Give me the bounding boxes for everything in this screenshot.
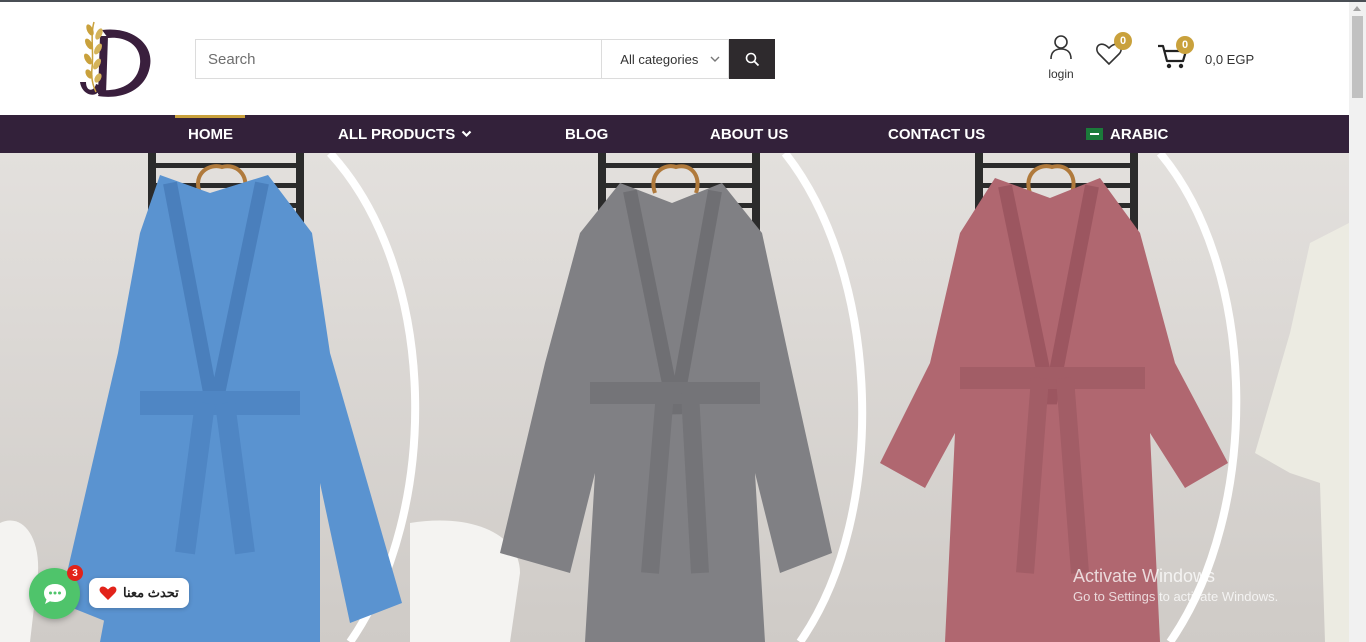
category-select-value: All categories bbox=[620, 51, 699, 67]
nav-item-blog[interactable]: BLOG bbox=[565, 115, 608, 153]
chat-bubble-icon bbox=[43, 583, 66, 604]
login-link[interactable]: login bbox=[1044, 34, 1078, 81]
chat-label-bubble[interactable]: تحدث معنا bbox=[89, 578, 189, 608]
nav-item-home[interactable]: HOME bbox=[188, 115, 233, 153]
nav-item-label: HOME bbox=[188, 125, 233, 143]
main-nav: HOME ALL PRODUCTS BLOG ABOUT US CONTACT … bbox=[0, 115, 1349, 153]
scroll-up-arrow-icon[interactable] bbox=[1353, 6, 1361, 11]
saudi-flag-icon bbox=[1086, 128, 1103, 140]
nav-item-label: CONTACT US bbox=[888, 125, 986, 143]
search-bar: All categories bbox=[195, 39, 775, 79]
watermark-title: Activate Windows bbox=[1073, 566, 1216, 586]
wishlist-count-badge: 0 bbox=[1114, 32, 1132, 50]
site-header: All categories login 0 bbox=[0, 2, 1349, 115]
search-icon bbox=[745, 52, 759, 66]
watermark-subtitle: Go to Settings to activate Windows. bbox=[1073, 589, 1279, 604]
user-icon bbox=[1050, 35, 1072, 60]
search-input[interactable] bbox=[195, 39, 602, 79]
chevron-down-icon bbox=[710, 56, 720, 62]
scrollbar-thumb[interactable] bbox=[1352, 16, 1363, 98]
nav-item-contact-us[interactable]: CONTACT US bbox=[888, 115, 985, 153]
logo-mark-icon bbox=[80, 21, 151, 97]
windows-activation-watermark: Activate Windows Go to Settings to activ… bbox=[1073, 566, 1278, 604]
heart-icon bbox=[99, 586, 117, 600]
nav-item-label: ARABIC bbox=[1110, 125, 1169, 143]
cart-total: 0,0 EGP bbox=[1205, 52, 1255, 67]
nav-item-label: BLOG bbox=[565, 125, 609, 143]
nav-item-about-us[interactable]: ABOUT US bbox=[710, 115, 788, 153]
search-button[interactable] bbox=[729, 39, 775, 79]
nav-item-all-products[interactable]: ALL PRODUCTS bbox=[338, 115, 472, 153]
brand-logo[interactable] bbox=[72, 16, 154, 102]
chat-notification-badge: 3 bbox=[67, 565, 83, 581]
chat-label-text: تحدث معنا bbox=[123, 585, 179, 600]
category-select[interactable]: All categories bbox=[601, 39, 730, 79]
page-scrollbar[interactable] bbox=[1349, 2, 1366, 642]
chevron-down-icon bbox=[461, 130, 472, 138]
nav-item-label: ALL PRODUCTS bbox=[338, 125, 456, 143]
login-label: login bbox=[1048, 67, 1074, 81]
page: All categories login 0 bbox=[0, 0, 1366, 642]
nav-item-label: ABOUT US bbox=[710, 125, 789, 143]
cart-count-badge: 0 bbox=[1176, 36, 1194, 54]
nav-item-arabic[interactable]: ARABIC bbox=[1086, 115, 1168, 153]
